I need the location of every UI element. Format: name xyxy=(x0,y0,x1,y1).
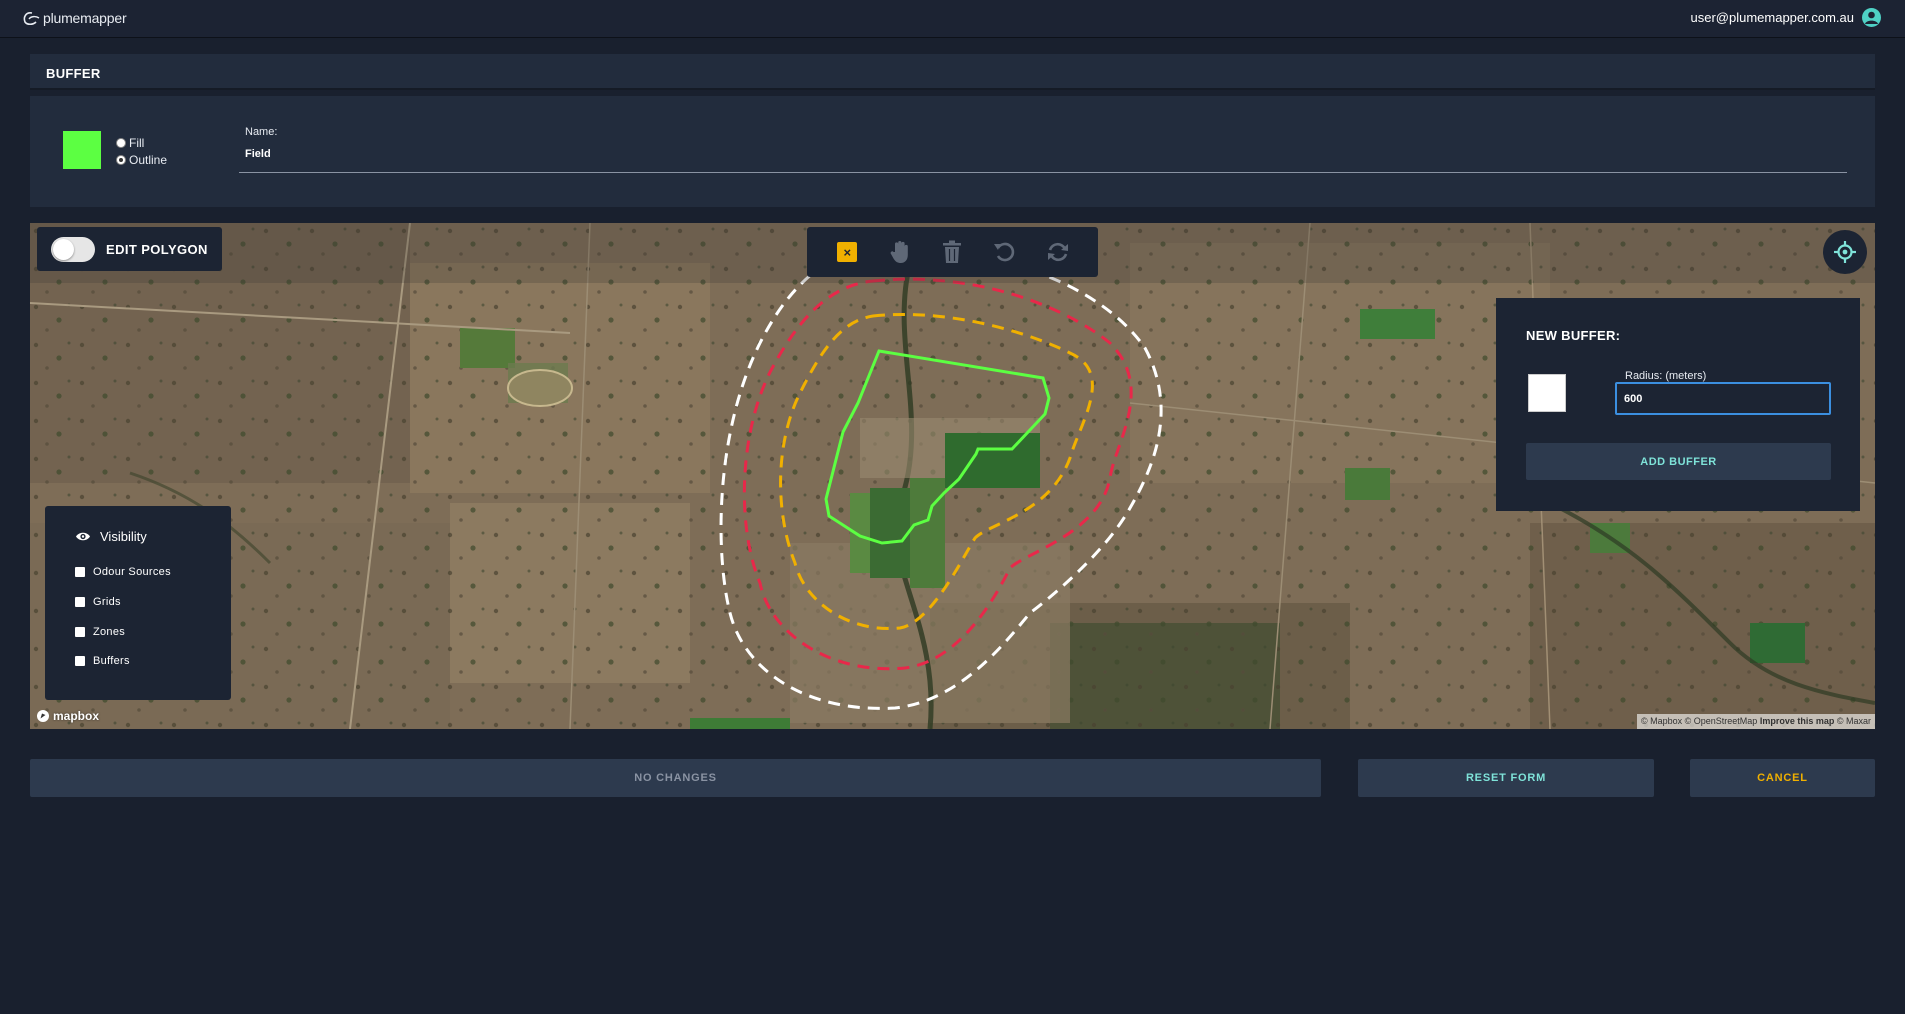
improve-map-link[interactable]: Improve this map xyxy=(1760,716,1835,726)
locate-button[interactable] xyxy=(1823,230,1867,274)
no-changes-button[interactable]: NO CHANGES xyxy=(30,759,1321,797)
edit-polygon-label: EDIT POLYGON xyxy=(106,241,208,257)
outline-radio[interactable] xyxy=(116,154,126,165)
visibility-item-buffers[interactable]: Buffers xyxy=(75,655,130,667)
outline-option[interactable]: Outline xyxy=(116,151,167,168)
undo-icon[interactable] xyxy=(992,239,1018,265)
grids-checkbox[interactable] xyxy=(75,597,85,607)
buffers-checkbox[interactable] xyxy=(75,656,85,666)
eye-icon xyxy=(76,532,90,541)
visibility-title: Visibility xyxy=(100,529,147,544)
new-buffer-title: NEW BUFFER: xyxy=(1526,328,1621,343)
visibility-header: Visibility xyxy=(75,529,147,544)
user-email: user@plumemapper.com.au xyxy=(1690,10,1855,25)
mapbox-icon xyxy=(37,710,49,722)
close-tool[interactable]: × xyxy=(834,239,860,265)
reset-form-button[interactable]: RESET FORM xyxy=(1358,759,1654,797)
fill-radio[interactable] xyxy=(116,137,126,148)
buffer-form: Fill Outline Name: Field xyxy=(30,96,1875,207)
panel-title: BUFFER xyxy=(30,54,1875,90)
fill-option[interactable]: Fill xyxy=(116,134,167,151)
user-menu[interactable]: user@plumemapper.com.au xyxy=(1690,8,1881,27)
zones-checkbox[interactable] xyxy=(75,627,85,637)
logo-text: plumemapper xyxy=(43,10,127,26)
attribution-maxar[interactable]: © Maxar xyxy=(1837,716,1871,726)
edit-polygon-control: EDIT POLYGON xyxy=(37,227,222,271)
hand-icon[interactable] xyxy=(887,239,913,265)
cancel-button[interactable]: CANCEL xyxy=(1690,759,1875,797)
map-attribution: © Mapbox © OpenStreetMap Improve this ma… xyxy=(1636,714,1875,729)
buffers-label: Buffers xyxy=(93,655,130,667)
window-edge xyxy=(1905,0,1913,1014)
crosshair-icon xyxy=(1834,241,1856,263)
visibility-item-grids[interactable]: Grids xyxy=(75,596,121,608)
add-buffer-button[interactable]: ADD BUFFER xyxy=(1526,443,1831,480)
edit-polygon-toggle[interactable] xyxy=(51,236,95,262)
buffer-color-swatch[interactable] xyxy=(1528,374,1566,412)
visibility-panel: Visibility Odour Sources Grids Zones Buf… xyxy=(45,506,231,700)
logo[interactable]: plumemapper xyxy=(22,10,127,26)
radius-input[interactable] xyxy=(1615,382,1831,415)
visibility-item-zones[interactable]: Zones xyxy=(75,626,125,638)
new-buffer-panel: NEW BUFFER: Radius: (meters) ADD BUFFER xyxy=(1496,298,1860,511)
grids-label: Grids xyxy=(93,596,121,608)
odour-sources-label: Odour Sources xyxy=(93,566,171,578)
attribution-osm[interactable]: © OpenStreetMap xyxy=(1685,716,1758,726)
attribution-mapbox[interactable]: © Mapbox xyxy=(1641,716,1682,726)
style-radio-group: Fill Outline xyxy=(116,134,167,168)
close-icon[interactable]: × xyxy=(837,242,858,262)
fill-label: Fill xyxy=(129,135,145,150)
name-input[interactable]: Field xyxy=(245,148,271,160)
polygon-color-swatch[interactable] xyxy=(63,131,101,169)
redo-icon[interactable] xyxy=(1045,239,1071,265)
map-view[interactable]: EDIT POLYGON × NEW BUFFER: Radius: (mete… xyxy=(30,223,1875,729)
plume-logo-icon xyxy=(23,12,40,26)
mapbox-logo[interactable]: mapbox xyxy=(36,709,99,723)
top-bar: plumemapper user@plumemapper.com.au xyxy=(0,0,1905,38)
outline-label: Outline xyxy=(129,152,168,167)
odour-sources-checkbox[interactable] xyxy=(75,567,85,577)
mapbox-text: mapbox xyxy=(53,709,100,723)
name-underline xyxy=(239,172,1847,173)
user-avatar-icon[interactable] xyxy=(1862,8,1881,27)
name-label: Name: xyxy=(245,126,278,138)
radius-label: Radius: (meters) xyxy=(1625,370,1707,382)
visibility-item-odour-sources[interactable]: Odour Sources xyxy=(75,566,171,578)
zones-label: Zones xyxy=(93,626,126,638)
draw-toolbar: × xyxy=(807,227,1098,277)
trash-icon[interactable] xyxy=(939,239,965,265)
